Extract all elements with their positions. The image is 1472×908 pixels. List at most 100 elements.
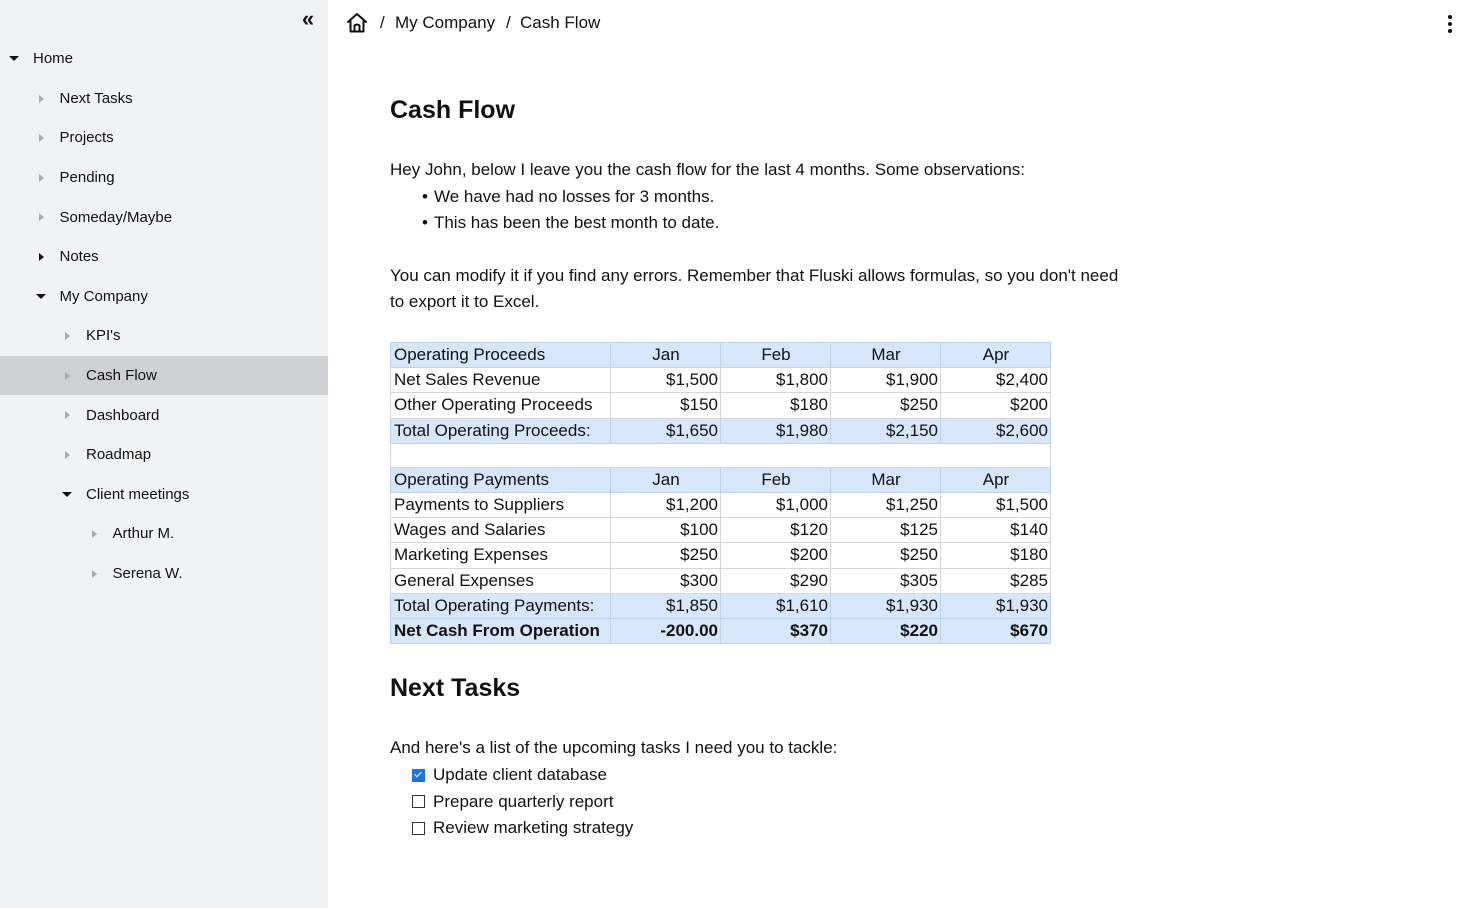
row-label-cell[interactable]: Net Sales Revenue <box>390 367 611 394</box>
table-cell[interactable]: $200 <box>720 542 831 569</box>
sidebar-item-roadmap[interactable]: Roadmap <box>0 435 328 475</box>
table-cell[interactable]: Jan <box>610 466 721 493</box>
table-cell[interactable]: $2,600 <box>940 417 1051 444</box>
task-item[interactable]: Review marketing strategy <box>412 818 633 838</box>
row-label-cell[interactable]: Payments to Suppliers <box>390 491 611 519</box>
table-cell[interactable]: $305 <box>830 567 941 594</box>
table-cell[interactable]: Apr <box>940 466 1051 493</box>
table-cell[interactable]: $100 <box>610 517 721 544</box>
table-cell[interactable] <box>390 442 1051 468</box>
checkbox-checked[interactable] <box>412 768 425 782</box>
caret-right-icon[interactable] <box>65 450 70 459</box>
table-cell[interactable]: $1,000 <box>720 491 831 519</box>
sidebar-item-pending[interactable]: Pending <box>0 158 328 198</box>
row-label-cell[interactable]: General Expenses <box>390 567 611 594</box>
table-cell[interactable]: $290 <box>720 567 831 594</box>
table-cell[interactable]: $670 <box>940 617 1051 645</box>
caret-right-icon[interactable] <box>38 252 44 261</box>
table-cell[interactable]: $370 <box>720 617 831 645</box>
table-cell[interactable]: $285 <box>940 567 1051 594</box>
sidebar-item-projects[interactable]: Projects <box>0 118 328 158</box>
sidebar-item-dashboard[interactable]: Dashboard <box>0 395 328 435</box>
table-cell[interactable]: $250 <box>610 542 721 569</box>
row-label-cell[interactable]: Net Cash From Operation <box>390 617 611 645</box>
sidebar-item-next-tasks[interactable]: Next Tasks <box>0 79 328 119</box>
table-cell[interactable]: $1,610 <box>720 592 831 619</box>
table-cell[interactable]: $180 <box>940 542 1051 569</box>
row-label-cell[interactable]: Other Operating Proceeds <box>390 392 611 419</box>
table-cell[interactable]: $250 <box>830 392 941 419</box>
table-cell[interactable]: $150 <box>610 392 721 419</box>
table-cell[interactable]: $120 <box>720 517 831 544</box>
sidebar-item-my-company[interactable]: My Company <box>0 277 328 317</box>
table-cell[interactable]: $300 <box>610 567 721 594</box>
table-cell[interactable]: $2,400 <box>940 367 1051 394</box>
table-cell[interactable]: $1,850 <box>610 592 721 619</box>
caret-right-icon[interactable] <box>38 94 44 103</box>
caret-right-icon[interactable] <box>38 173 44 182</box>
caret-down-icon[interactable] <box>62 491 72 497</box>
table-cell[interactable]: $140 <box>940 517 1051 544</box>
caret-down-icon[interactable] <box>35 293 46 299</box>
more-options-button[interactable] <box>1440 12 1460 36</box>
table-total-row: Total Operating Payments: $1,850 $1,610 $1,… <box>390 592 1051 619</box>
table-cell[interactable]: $125 <box>830 517 941 544</box>
row-label-cell[interactable]: Total Operating Proceeds: <box>390 417 611 444</box>
sidebar-item-label: KPI's <box>86 327 121 345</box>
row-label-cell[interactable]: Total Operating Payments: <box>390 592 611 619</box>
row-label-cell[interactable]: Operating Proceeds <box>390 341 611 369</box>
collapse-sidebar-button[interactable]: « <box>296 6 320 32</box>
breadcrumb-item-my-company[interactable]: My Company <box>395 13 495 33</box>
table-cell[interactable]: $1,980 <box>720 417 831 444</box>
sidebar-item-cash-flow[interactable]: Cash Flow <box>0 355 328 396</box>
task-label: Review marketing strategy <box>433 818 634 837</box>
table-cell[interactable]: $1,200 <box>610 491 721 519</box>
checkbox-unchecked[interactable] <box>412 821 425 835</box>
task-item[interactable]: Prepare quarterly report <box>412 792 613 812</box>
caret-right-icon[interactable] <box>65 332 70 341</box>
table-cell[interactable]: Feb <box>720 466 831 493</box>
table-cell[interactable]: Apr <box>940 341 1051 369</box>
sidebar-item-label: Roadmap <box>86 446 152 464</box>
caret-down-icon[interactable] <box>9 56 19 61</box>
table-row: General Expenses $300 $290 $305 $285 <box>390 567 1051 594</box>
sidebar-item-client-meetings[interactable]: Client meetings <box>0 475 328 515</box>
caret-right-icon[interactable] <box>91 569 97 578</box>
table-cell[interactable]: $250 <box>830 542 941 569</box>
row-label-cell[interactable]: Wages and Salaries <box>390 517 611 544</box>
table-cell[interactable]: Mar <box>830 466 941 493</box>
table-cell[interactable]: $200 <box>940 392 1051 419</box>
table-cell[interactable]: $1,500 <box>610 367 721 394</box>
table-cell[interactable]: $1,930 <box>830 592 941 619</box>
home-icon[interactable] <box>346 12 368 34</box>
task-item[interactable]: Update client database <box>412 765 607 785</box>
table-cell[interactable]: $2,150 <box>830 417 941 444</box>
note-text-line-1: You can modify it if you find any errors… <box>390 266 1119 285</box>
caret-right-icon[interactable] <box>38 213 44 222</box>
table-cell[interactable]: Jan <box>610 341 721 369</box>
caret-right-icon[interactable] <box>65 411 70 420</box>
table-cell[interactable]: $1,500 <box>940 491 1051 519</box>
table-cell[interactable]: $1,900 <box>830 367 941 394</box>
caret-right-icon[interactable] <box>91 530 97 539</box>
caret-right-icon[interactable] <box>65 371 70 380</box>
sidebar-item-arthur-m[interactable]: Arthur M. <box>0 514 328 554</box>
checkbox-unchecked[interactable] <box>412 795 425 808</box>
sidebar-item-notes[interactable]: Notes <box>0 237 328 277</box>
table-cell[interactable]: $1,930 <box>940 592 1051 619</box>
sidebar-item-serena-w[interactable]: Serena W. <box>0 554 328 594</box>
table-cell[interactable]: $1,250 <box>830 491 941 519</box>
row-label-cell[interactable]: Operating Payments <box>390 466 611 493</box>
table-cell[interactable]: $1,650 <box>610 417 721 444</box>
table-cell[interactable]: $180 <box>720 392 831 419</box>
table-cell[interactable]: $220 <box>830 617 941 645</box>
table-cell[interactable]: Mar <box>830 341 941 369</box>
sidebar-item-home[interactable]: Home <box>0 39 328 79</box>
table-cell[interactable]: $1,800 <box>720 367 831 394</box>
caret-right-icon[interactable] <box>38 134 44 143</box>
row-label-cell[interactable]: Marketing Expenses <box>390 542 611 569</box>
sidebar-item-kpi-s[interactable]: KPI's <box>0 316 328 356</box>
table-cell[interactable]: Feb <box>720 341 831 369</box>
table-cell[interactable]: -200.00 <box>610 617 721 645</box>
sidebar-item-someday-maybe[interactable]: Someday/Maybe <box>0 197 328 237</box>
